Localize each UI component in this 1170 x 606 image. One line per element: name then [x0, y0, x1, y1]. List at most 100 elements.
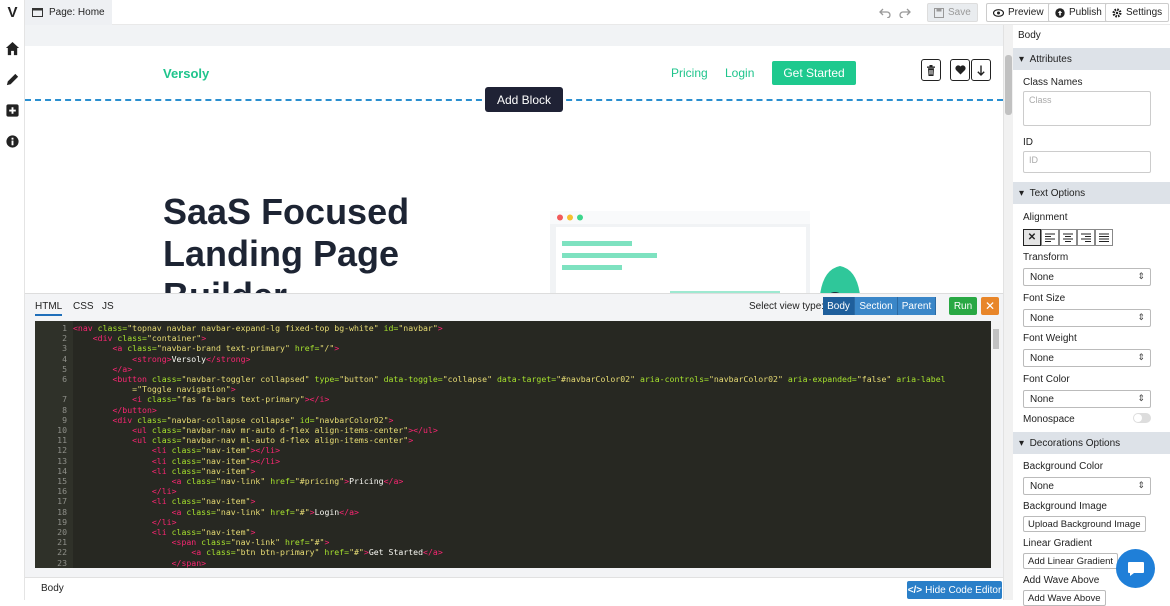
home-icon[interactable] — [5, 41, 20, 56]
code-line[interactable]: <div class="navbar-collapse collapse" id… — [73, 415, 393, 425]
code-line[interactable]: </li> — [73, 517, 177, 527]
tab-css[interactable]: CSS — [73, 301, 94, 312]
text-options-section-header[interactable]: ▾ Text Options — [1013, 182, 1170, 204]
code-line[interactable]: </button> — [73, 405, 156, 415]
align-left-button[interactable] — [1041, 229, 1059, 246]
hide-code-editor-button[interactable]: </> Hide Code Editor — [907, 581, 1002, 599]
sidebar-scroll-thumb[interactable] — [1005, 55, 1012, 115]
code-token: </a> — [423, 547, 443, 558]
code-line[interactable]: <li class="nav-item"></li> — [73, 445, 280, 455]
add-block-button[interactable]: Add Block — [485, 87, 563, 112]
code-line[interactable]: ="Toggle navigation"> — [73, 384, 236, 394]
run-button[interactable]: Run — [949, 297, 977, 315]
editor-scroll-thumb[interactable] — [993, 329, 999, 349]
line-number: 16 — [57, 486, 67, 497]
settings-button[interactable]: Settings — [1105, 3, 1170, 22]
font-weight-label: Font Weight — [1023, 333, 1077, 344]
brand-link[interactable]: Versoly — [163, 66, 209, 81]
nav-link-pricing[interactable]: Pricing — [671, 66, 708, 80]
code-token: "navbarColor02" — [314, 414, 389, 425]
favorite-block-button[interactable] — [950, 59, 970, 81]
code-line[interactable]: <ul class="navbar-nav mr-auto d-flex ali… — [73, 425, 438, 435]
attributes-section-header[interactable]: ▾ Attributes — [1013, 48, 1170, 70]
align-center-button[interactable] — [1059, 229, 1077, 246]
view-type-parent[interactable]: Parent — [898, 297, 936, 315]
tab-js[interactable]: JS — [102, 301, 114, 312]
code-line[interactable]: <div class="container"> — [73, 333, 206, 343]
line-number: 1 — [62, 323, 67, 333]
code-editor[interactable]: 1 2 3 4 5 6 7 8 9 10 11 12 13 14 15 16 17 18 19 20 21 22 23 <n… — [35, 321, 1001, 568]
hero-title-line: SaaS Focused — [163, 191, 410, 232]
code-line[interactable]: <a class="navbar-brand text-primary" hre… — [73, 343, 339, 353]
preview-button[interactable]: Preview — [986, 3, 1051, 22]
monospace-toggle[interactable] — [1133, 413, 1151, 423]
upload-background-image-button[interactable]: Upload Background Image — [1023, 516, 1146, 532]
align-justify-button[interactable] — [1095, 229, 1113, 246]
app-logo[interactable]: V — [0, 0, 25, 25]
code-line[interactable]: </li> — [73, 486, 177, 496]
code-line[interactable]: </span> — [73, 558, 207, 568]
publish-button[interactable]: Publish — [1048, 3, 1109, 22]
view-type-section[interactable]: Section — [855, 297, 898, 315]
background-color-select[interactable]: None — [1023, 477, 1151, 495]
get-started-button[interactable]: Get Started — [772, 61, 856, 85]
chat-launcher-button[interactable] — [1116, 549, 1155, 588]
pencil-icon[interactable] — [5, 72, 20, 87]
align-none-button[interactable]: ✕ — [1023, 229, 1041, 246]
code-line[interactable]: <li class="nav-item"></li> — [73, 456, 280, 466]
code-token: "#" — [309, 537, 325, 548]
nav-link-login[interactable]: Login — [725, 66, 754, 80]
save-button[interactable]: Save — [927, 3, 978, 22]
breadcrumb[interactable]: Body — [41, 583, 64, 594]
code-token: href= — [270, 476, 295, 486]
code-line[interactable]: <span class="nav-link" href="#"> — [73, 537, 330, 548]
line-number: 3 — [62, 343, 67, 354]
code-line[interactable]: <ul class="navbar-nav ml-auto d-flex ali… — [73, 435, 413, 445]
code-token: "button" — [339, 374, 384, 384]
code-line[interactable]: <li class="nav-item"> — [73, 466, 256, 476]
code-token: <ul — [132, 435, 152, 446]
editor-scrollbar[interactable] — [991, 321, 1001, 568]
code-line[interactable]: <li class="nav-item"> — [73, 527, 256, 537]
id-input[interactable]: ID — [1023, 151, 1151, 173]
delete-block-button[interactable] — [921, 59, 941, 81]
move-down-button[interactable] — [971, 59, 991, 81]
code-line[interactable]: <a class="nav-link" href="#pricing">Pric… — [73, 476, 404, 486]
font-color-select[interactable]: None — [1023, 390, 1151, 408]
sidebar-scrollbar[interactable] — [1004, 25, 1013, 600]
code-line[interactable]: <i class="fas fa-bars text-primary"></i> — [73, 394, 329, 404]
transform-select[interactable]: None — [1023, 268, 1151, 286]
code-line[interactable]: </a> — [73, 364, 132, 374]
info-icon[interactable] — [5, 134, 20, 149]
page-selector[interactable]: Page: Home — [25, 0, 112, 25]
add-wave-above-button[interactable]: Add Wave Above — [1023, 590, 1106, 606]
add-block-icon[interactable] — [5, 103, 20, 118]
align-right-button[interactable] — [1077, 229, 1095, 246]
code-editor-panel: HTML CSS JS Select view type: Body Secti… — [25, 293, 1003, 577]
class-names-input[interactable]: Class — [1023, 91, 1151, 126]
code-line[interactable]: <button class="navbar-toggler collapsed"… — [73, 374, 945, 384]
redo-icon[interactable] — [899, 7, 911, 18]
code-token: <a — [112, 343, 128, 354]
code-token: <li — [151, 445, 172, 456]
code-line[interactable]: <strong>Versoly</strong> — [73, 354, 250, 364]
code-line[interactable]: <a class="nav-link" href="#">Login</a> — [73, 507, 359, 517]
font-size-select[interactable]: None — [1023, 309, 1151, 327]
close-editor-button[interactable]: ✕ — [981, 297, 999, 315]
add-linear-gradient-button[interactable]: Add Linear Gradient — [1023, 553, 1119, 569]
code-token: Get Started — [368, 547, 424, 558]
undo-icon[interactable] — [879, 7, 891, 18]
view-type-body[interactable]: Body — [823, 297, 855, 315]
font-color-label: Font Color — [1023, 374, 1070, 385]
code-line[interactable]: <a class="btn btn-primary" href="#">Get … — [73, 547, 443, 558]
code-line[interactable]: <nav class="topnav navbar navbar-expand-… — [73, 323, 443, 333]
font-weight-select[interactable]: None — [1023, 349, 1151, 367]
code-line[interactable]: <li class="nav-item"> — [73, 496, 256, 506]
code-token: "#pricing" — [294, 476, 345, 486]
decorations-section-header[interactable]: ▾ Decorations Options — [1013, 432, 1170, 454]
tab-html[interactable]: HTML — [35, 301, 63, 316]
line-number: 18 — [57, 506, 67, 517]
